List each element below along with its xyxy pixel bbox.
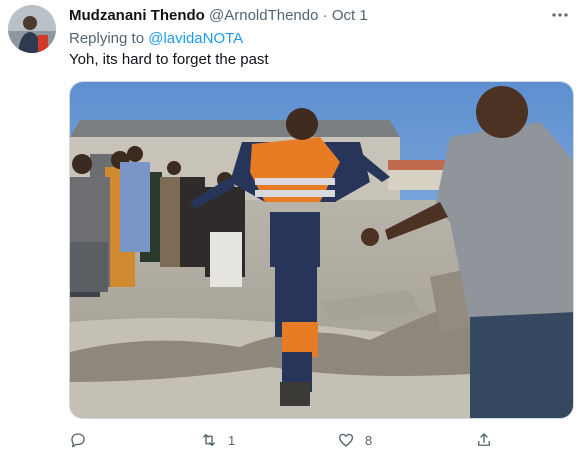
- replying-prefix: Replying to: [69, 30, 145, 47]
- author-handle[interactable]: @ArnoldThendo: [209, 7, 318, 24]
- tweet-text: Yoh, its hard to forget the past: [69, 51, 269, 68]
- heart-icon: [338, 433, 354, 447]
- avatar[interactable]: [8, 5, 56, 53]
- tweet-header: Mudzanani Thendo @ArnoldThendo · Oct 1: [69, 6, 563, 26]
- replying-to-mention[interactable]: @lavidaNOTA: [148, 30, 243, 47]
- like-count: 8: [365, 432, 373, 448]
- photo-scene: [70, 82, 573, 418]
- replying-to: Replying to @lavidaNOTA: [69, 29, 243, 49]
- reply-bubble-icon: [71, 433, 85, 448]
- tweet-actions: 1 8: [69, 428, 574, 452]
- share-icon: [478, 433, 490, 446]
- avatar-photo: [8, 5, 56, 53]
- share-button[interactable]: [475, 428, 493, 452]
- retweet-count: 1: [228, 432, 236, 448]
- reply-button[interactable]: [69, 428, 97, 452]
- tweet-date[interactable]: Oct 1: [332, 7, 368, 24]
- more-dots-icon[interactable]: [549, 4, 571, 26]
- tweet-photo[interactable]: [69, 81, 574, 419]
- tweet[interactable]: Mudzanani Thendo @ArnoldThendo · Oct 1 R…: [0, 0, 583, 453]
- separator-dot: ·: [322, 7, 328, 24]
- retweet-button[interactable]: 1: [200, 428, 235, 452]
- author-name[interactable]: Mudzanani Thendo: [69, 7, 205, 24]
- like-button[interactable]: 8: [337, 428, 372, 452]
- retweet-icon: [203, 434, 215, 446]
